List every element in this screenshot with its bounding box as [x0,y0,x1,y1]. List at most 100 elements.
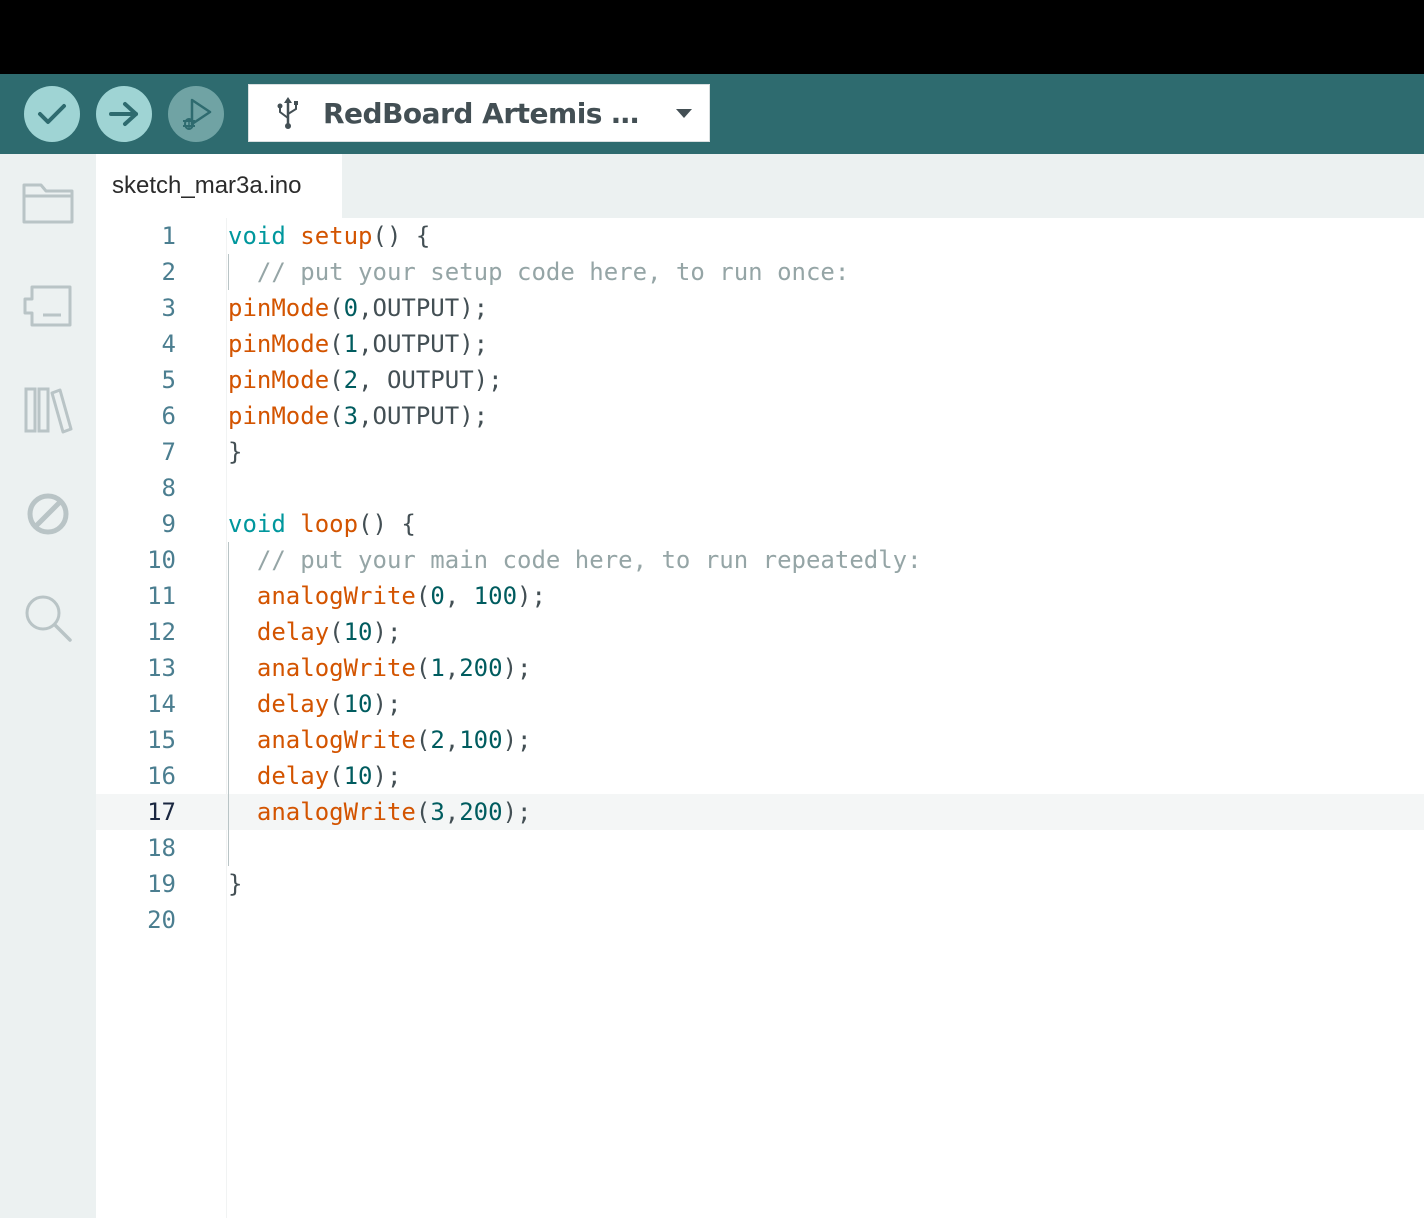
code-token: ); [502,798,532,826]
caret-down-icon [676,109,692,118]
code-token: , [444,654,460,682]
code-token: analogWrite [256,582,416,610]
line-number: 14 [147,690,176,718]
code-token: , [444,582,474,610]
upload-button[interactable] [96,86,152,142]
code-line[interactable]: 9 void loop() { [96,506,1424,542]
board-label: RedBoard Artemis N... [323,96,643,130]
code-line[interactable]: 16 delay(10); [96,758,1424,794]
code-token: pinMode [228,366,330,394]
sidebar-item-library-manager[interactable] [20,382,76,438]
code-token: void [228,510,286,538]
code-line[interactable]: 4 pinMode(1,OUTPUT); [96,326,1424,362]
code-token: ( [329,294,344,322]
line-number: 3 [161,294,176,322]
code-line[interactable]: 1 void setup() { [96,218,1424,254]
board-selector[interactable]: RedBoard Artemis N... [248,84,710,142]
debug-button[interactable] [168,86,224,142]
line-number: 4 [161,330,176,358]
code-text: // put your setup code here, to run once… [228,254,849,290]
code-token: pinMode [228,402,330,430]
code-token: ( [329,366,344,394]
toolbar: RedBoard Artemis N... [0,74,1424,154]
code-text: delay(10); [228,686,402,722]
code-line[interactable]: 15 analogWrite(2,100); [96,722,1424,758]
code-token: loop [300,510,359,538]
code-line[interactable]: 11 analogWrite(0, 100); [96,578,1424,614]
code-token: 0 [430,582,445,610]
tab-bar: sketch_mar3a.ino [96,154,1424,218]
code-line[interactable]: 5 pinMode(2, OUTPUT); [96,362,1424,398]
search-icon [25,595,72,642]
code-line[interactable]: 19} [96,866,1424,902]
debug-play-icon [183,98,212,130]
code-token: 200 [459,654,503,682]
code-token: ( [329,330,344,358]
code-token: } [228,870,243,898]
code-token: ( [329,690,344,718]
code-line[interactable]: 18 [96,830,1424,866]
code-token: delay [256,762,330,790]
code-line[interactable]: 8 [96,470,1424,506]
code-text: // put your main code here, to run repea… [228,542,922,578]
code-token: ( [415,654,431,682]
code-token: void [228,222,286,250]
line-number: 19 [147,870,176,898]
code-token: pinMode [228,330,330,358]
board-icon [23,285,72,327]
sidebar-item-debug[interactable] [20,486,76,542]
code-token: 0 [343,294,359,322]
code-line[interactable]: 14 delay(10); [96,686,1424,722]
code-line[interactable]: 12 delay(10); [96,614,1424,650]
code-line[interactable]: 13 analogWrite(1,200); [96,650,1424,686]
code-token: ,OUTPUT); [358,330,489,358]
arrow-right-icon [109,102,138,126]
tab-sketch-file[interactable]: sketch_mar3a.ino [96,154,342,218]
code-token: 200 [459,798,503,826]
code-token: 3 [430,798,445,826]
code-text: pinMode(1,OUTPUT); [228,326,488,362]
code-token: ); [372,618,402,646]
code-token: ( [329,402,344,430]
code-line[interactable]: 6 pinMode(3,OUTPUT); [96,398,1424,434]
code-token: 10 [343,690,373,718]
code-line[interactable]: 10 // put your main code here, to run re… [96,542,1424,578]
code-token: 1 [430,654,445,682]
code-line[interactable]: 3 pinMode(0,OUTPUT); [96,290,1424,326]
code-line[interactable]: 17 analogWrite(3,200); [96,794,1424,830]
code-token: ); [502,654,532,682]
sidebar-item-sketchbook[interactable] [20,174,76,230]
code-line[interactable]: 20 [96,902,1424,938]
code-editor[interactable]: 1 void setup() {2 // put your setup code … [96,218,1424,1218]
code-token: setup [300,222,373,250]
line-number: 9 [161,510,176,538]
code-token: // put your main code here, to run repea… [256,546,922,574]
code-token: 2 [343,366,359,394]
line-number: 6 [161,402,176,430]
sidebar-item-boards-manager[interactable] [20,278,76,334]
code-line[interactable]: 7} [96,434,1424,470]
code-token: () { [358,510,416,538]
code-text: analogWrite(2,100); [228,722,532,758]
sidebar-item-search[interactable] [20,590,76,646]
code-token: analogWrite [256,798,416,826]
code-text: analogWrite(0, 100); [228,578,546,614]
indent-guide [228,830,229,866]
code-token: ,OUTPUT); [358,402,489,430]
no-entry-icon [27,493,69,535]
line-number: 16 [147,762,176,790]
code-token: ,OUTPUT); [358,294,489,322]
line-number: 12 [147,618,176,646]
code-line[interactable]: 2 // put your setup code here, to run on… [96,254,1424,290]
verify-button[interactable] [24,86,80,142]
code-text: pinMode(2, OUTPUT); [228,362,503,398]
code-token: pinMode [228,294,330,322]
code-token: 100 [473,582,518,610]
